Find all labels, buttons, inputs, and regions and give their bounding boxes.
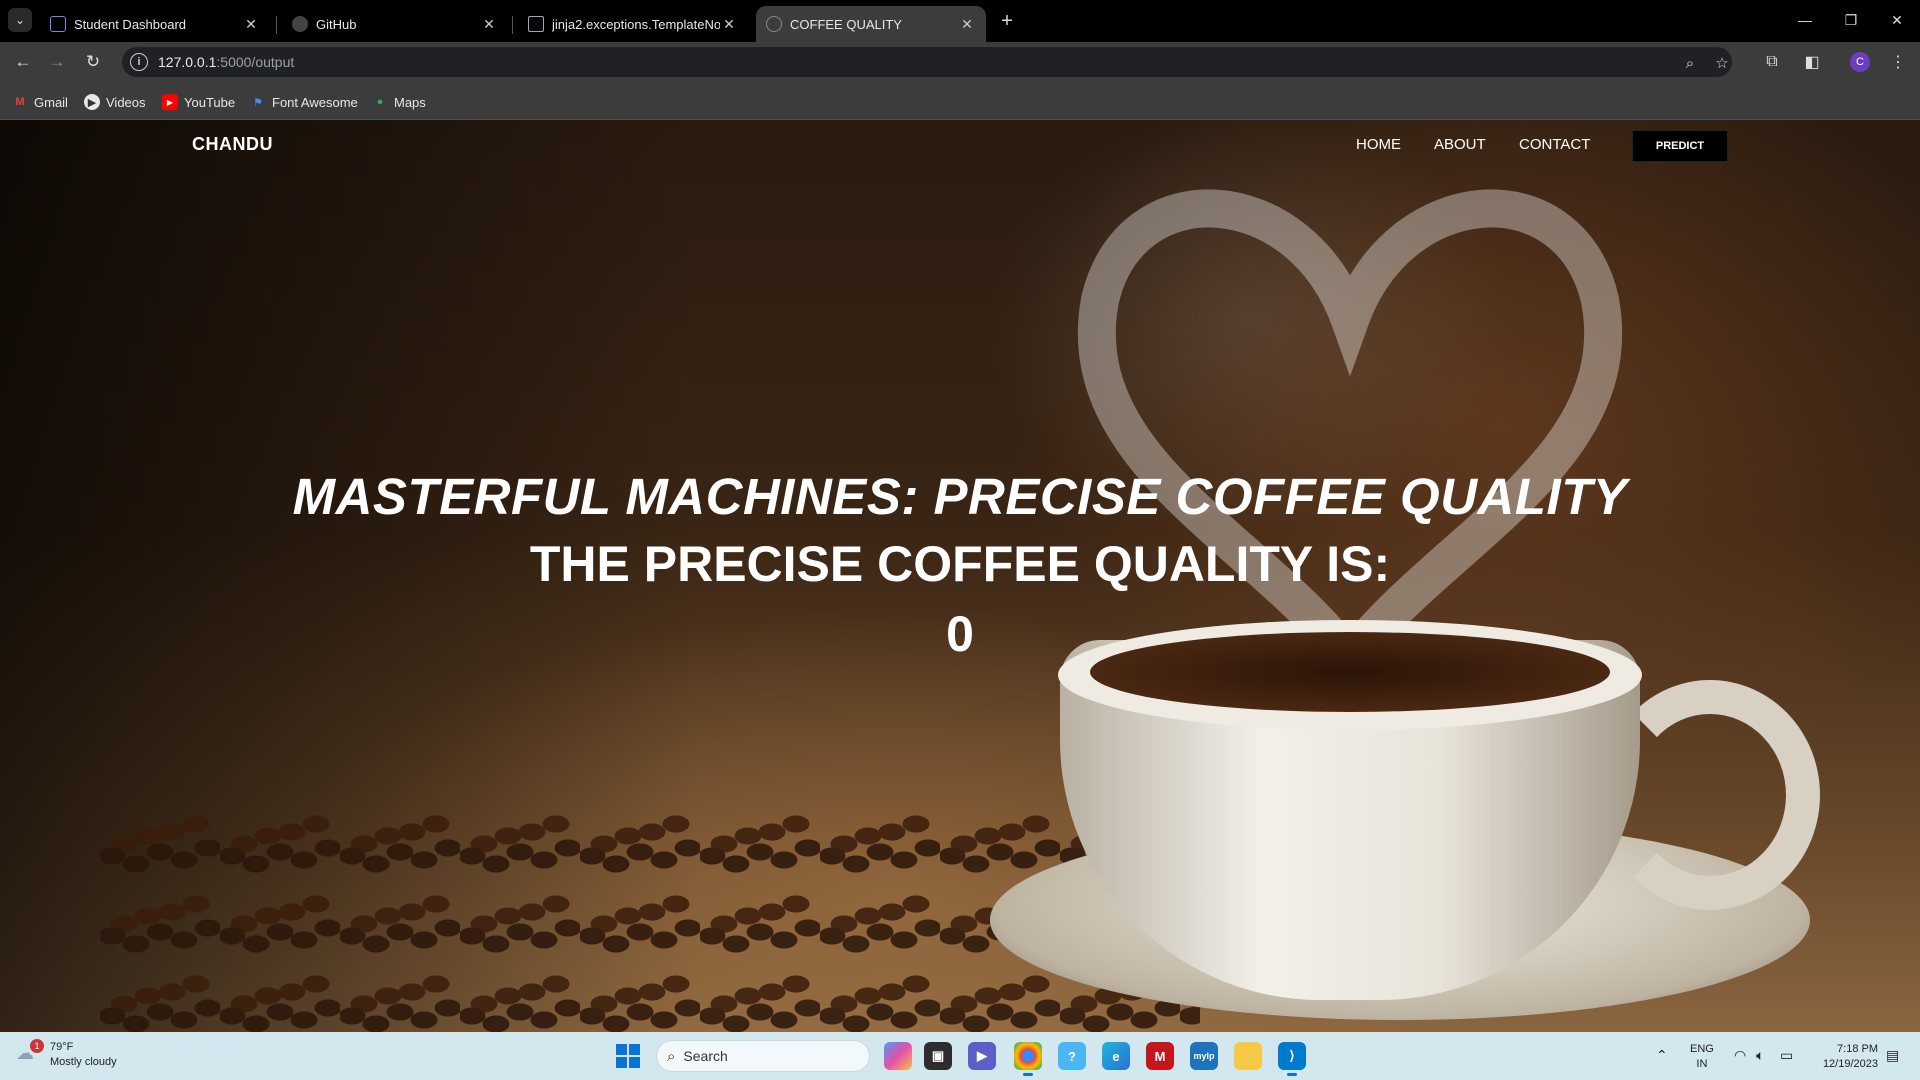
videos-icon: ▶ bbox=[84, 94, 100, 110]
tab-strip: ⌄ Student Dashboard ✕ GitHub ✕ jinja2.ex… bbox=[0, 0, 1920, 42]
url-text[interactable]: 127.0.0.1:5000/output bbox=[158, 54, 294, 70]
close-icon[interactable]: ✕ bbox=[958, 16, 976, 33]
battery-icon[interactable]: ▭ bbox=[1780, 1047, 1793, 1064]
globe-icon bbox=[766, 16, 782, 32]
clock[interactable]: 7:18 PM 12/19/2023 bbox=[1810, 1042, 1878, 1072]
bookmark-videos[interactable]: ▶ Videos bbox=[84, 92, 146, 112]
clock-time: 7:18 PM bbox=[1837, 1043, 1878, 1055]
page-headline: MASTERFUL MACHINES: PRECISE COFFEE QUALI… bbox=[292, 468, 1628, 525]
chrome-icon[interactable] bbox=[1014, 1042, 1042, 1076]
edge-icon[interactable]: e bbox=[1102, 1042, 1130, 1070]
maps-icon: ● bbox=[376, 96, 384, 108]
volume-icon[interactable]: 🔈︎ bbox=[1756, 1047, 1764, 1064]
youtube-icon: ▶ bbox=[162, 94, 178, 110]
mcafee-icon[interactable]: M bbox=[1146, 1042, 1174, 1070]
gmail-icon: M bbox=[15, 96, 25, 108]
copilot-icon[interactable] bbox=[884, 1042, 912, 1070]
tab-jinja-error[interactable]: jinja2.exceptions.TemplateNotF ✕ bbox=[518, 6, 748, 42]
profile-avatar[interactable]: C bbox=[1850, 52, 1870, 72]
weather-temp: 79°F bbox=[50, 1041, 74, 1053]
tab-divider bbox=[276, 16, 277, 34]
flag-icon: ⚑ bbox=[253, 96, 263, 109]
coffee-page: CHANDU HOME ABOUT CONTACT PREDICT MASTER… bbox=[0, 120, 1920, 1032]
help-icon[interactable]: ? bbox=[1058, 1042, 1086, 1070]
result-label: THE PRECISE COFFEE QUALITY IS: bbox=[529, 536, 1391, 592]
bookmark-label: YouTube bbox=[184, 94, 236, 110]
tab-coffee-quality[interactable]: COFFEE QUALITY ✕ bbox=[756, 6, 986, 42]
mylp-icon[interactable]: mylp bbox=[1190, 1042, 1218, 1070]
tab-github[interactable]: GitHub ✕ bbox=[282, 6, 508, 42]
tab-title: GitHub bbox=[316, 16, 357, 32]
tab-divider bbox=[512, 16, 513, 34]
github-icon bbox=[292, 16, 308, 32]
back-icon[interactable]: ← bbox=[8, 48, 38, 76]
bookmark-gmail[interactable]: M Gmail bbox=[12, 92, 68, 112]
predict-button[interactable]: PREDICT bbox=[1632, 130, 1728, 162]
nav-contact[interactable]: CONTACT bbox=[1519, 136, 1590, 153]
tab-search-chevron-icon[interactable]: ⌄ bbox=[8, 8, 32, 32]
browser-toolbar: ← → ↻ i 127.0.0.1:5000/output ⌕ ☆ ⧉ ◧ C … bbox=[0, 42, 1920, 82]
meet-icon[interactable]: ▶ bbox=[968, 1042, 996, 1070]
wifi-icon[interactable]: ◠ bbox=[1734, 1047, 1746, 1064]
file-explorer-icon[interactable]: ▣ bbox=[924, 1042, 952, 1070]
notifications-icon[interactable]: ▤ bbox=[1886, 1047, 1899, 1064]
bookmark-youtube[interactable]: ▶ YouTube bbox=[162, 92, 235, 112]
result-value: 0 bbox=[946, 606, 974, 662]
bookmark-label: Maps bbox=[394, 94, 426, 110]
search-label: Search bbox=[683, 1048, 728, 1064]
zoom-icon[interactable]: ⌕ bbox=[1680, 53, 1700, 73]
bookmarks-bar: M Gmail ▶ Videos ▶ YouTube ⚑ Font Awesom… bbox=[0, 82, 1920, 120]
close-icon[interactable]: ✕ bbox=[720, 16, 738, 33]
forward-icon[interactable]: → bbox=[42, 48, 72, 76]
taskbar: ☁ 1 79°F Mostly cloudy ⌕ Search ▣ ▶ ? e … bbox=[0, 1032, 1920, 1080]
notification-badge: 1 bbox=[30, 1039, 44, 1053]
side-panel-icon[interactable]: ◧ bbox=[1800, 50, 1824, 74]
chevron-up-icon[interactable]: ⌃ bbox=[1656, 1047, 1668, 1064]
start-icon[interactable] bbox=[616, 1044, 640, 1068]
hero-section: MASTERFUL MACHINES: PRECISE COFFEE QUALI… bbox=[0, 465, 1920, 669]
new-tab-icon[interactable]: + bbox=[994, 8, 1020, 34]
cloud-icon: ☁ 1 bbox=[16, 1039, 44, 1067]
menu-kebab-icon[interactable]: ⋮ bbox=[1886, 50, 1910, 74]
nav-home[interactable]: HOME bbox=[1356, 136, 1401, 153]
weather-widget[interactable]: ☁ 1 79°F Mostly cloudy bbox=[16, 1039, 117, 1070]
dashboard-icon bbox=[50, 16, 66, 32]
bookmark-star-icon[interactable]: ☆ bbox=[1712, 53, 1732, 73]
bookmark-font-awesome[interactable]: ⚑ Font Awesome bbox=[250, 92, 358, 112]
close-window-icon[interactable]: ✕ bbox=[1874, 0, 1920, 40]
address-bar[interactable]: i 127.0.0.1:5000/output ⌕ ☆ bbox=[122, 47, 1732, 77]
extensions-icon[interactable]: ⧉ bbox=[1760, 50, 1784, 74]
folder-icon[interactable] bbox=[1234, 1042, 1262, 1070]
close-icon[interactable]: ✕ bbox=[242, 16, 260, 33]
taskbar-search[interactable]: ⌕ Search bbox=[656, 1040, 870, 1072]
vscode-icon[interactable]: ⟩ bbox=[1278, 1042, 1306, 1076]
site-brand[interactable]: CHANDU bbox=[192, 134, 273, 155]
bookmark-label: Gmail bbox=[34, 94, 68, 110]
tab-title: Student Dashboard bbox=[74, 16, 187, 32]
site-info-icon[interactable]: i bbox=[130, 53, 148, 71]
restore-icon[interactable]: ❐ bbox=[1828, 0, 1874, 40]
bookmark-maps[interactable]: ● Maps bbox=[372, 92, 426, 112]
tab-student-dashboard[interactable]: Student Dashboard ✕ bbox=[40, 6, 270, 42]
minimize-icon[interactable]: — bbox=[1782, 0, 1828, 40]
tab-title: COFFEE QUALITY bbox=[790, 16, 902, 32]
bookmark-label: Font Awesome bbox=[272, 94, 358, 110]
search-icon: ⌕ bbox=[667, 1047, 676, 1065]
reload-icon[interactable]: ↻ bbox=[78, 48, 108, 76]
bookmark-label: Videos bbox=[106, 94, 146, 110]
nav-about[interactable]: ABOUT bbox=[1434, 136, 1486, 153]
close-icon[interactable]: ✕ bbox=[480, 16, 498, 33]
clock-date: 12/19/2023 bbox=[1822, 1058, 1878, 1070]
lang-code: ENG bbox=[1690, 1043, 1714, 1055]
lang-region: IN bbox=[1696, 1058, 1708, 1070]
weather-desc: Mostly cloudy bbox=[50, 1056, 117, 1068]
tab-title: jinja2.exceptions.TemplateNotF bbox=[552, 16, 720, 32]
page-icon bbox=[528, 16, 544, 32]
language-indicator[interactable]: ENG IN bbox=[1690, 1042, 1714, 1072]
